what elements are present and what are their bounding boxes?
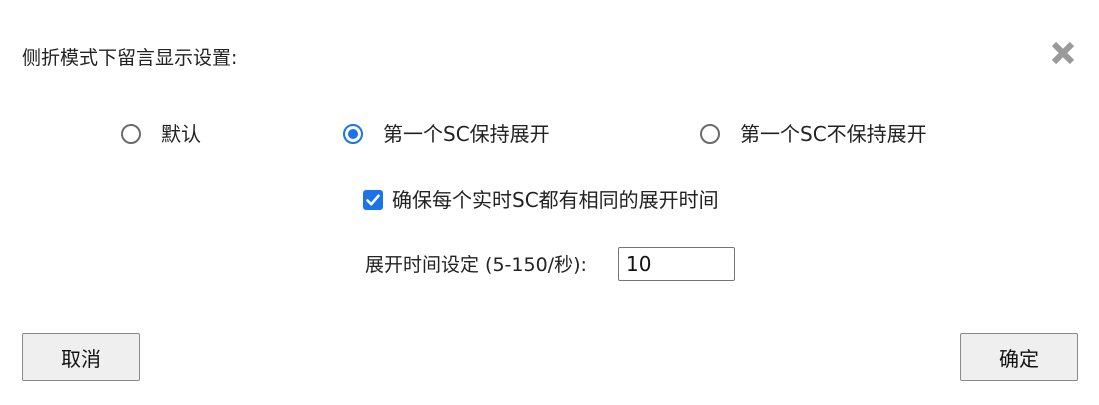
radio-option-default[interactable]: 默认: [121, 120, 201, 148]
same-duration-checkbox[interactable]: [363, 190, 383, 210]
close-button[interactable]: [1049, 39, 1077, 67]
radio-label-default: 默认: [161, 122, 201, 146]
radio-label-keep-first-expanded: 第一个SC保持展开: [383, 122, 550, 146]
radio-button-default[interactable]: [121, 124, 141, 144]
dialog-title: 侧折模式下留言显示设置:: [22, 47, 238, 69]
radio-button-not-keep-first-expanded[interactable]: [700, 124, 720, 144]
ok-button[interactable]: 确定: [960, 333, 1078, 381]
same-duration-label: 确保每个实时SC都有相同的展开时间: [392, 188, 719, 212]
duration-input[interactable]: [618, 247, 735, 281]
radio-option-keep-first-expanded[interactable]: 第一个SC保持展开: [343, 120, 550, 148]
same-duration-option[interactable]: 确保每个实时SC都有相同的展开时间: [363, 186, 719, 214]
close-icon: [1051, 41, 1075, 65]
checkmark-icon: [366, 194, 380, 206]
duration-label: 展开时间设定 (5-150/秒):: [365, 254, 587, 276]
radio-label-not-keep-first-expanded: 第一个SC不保持展开: [740, 122, 927, 146]
cancel-button[interactable]: 取消: [22, 333, 140, 381]
radio-button-keep-first-expanded[interactable]: [343, 124, 363, 144]
radio-option-not-keep-first-expanded[interactable]: 第一个SC不保持展开: [700, 120, 927, 148]
